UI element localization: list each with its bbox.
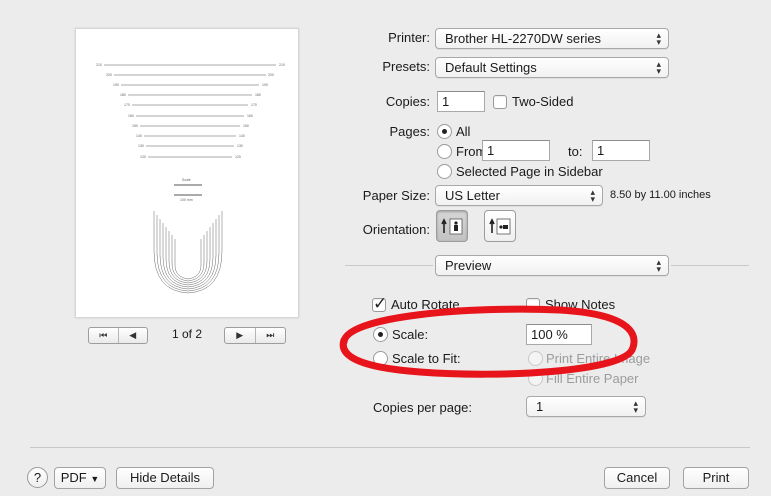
popup-arrows-icon: ▴ ▾ [633, 397, 638, 415]
copies-per-page-value: 1 [536, 399, 544, 414]
paper-size-label: Paper Size: [362, 188, 430, 203]
svg-text:100 mm: 100 mm [180, 198, 193, 202]
svg-text:180: 180 [255, 93, 261, 97]
section-popup-value: Preview [445, 258, 492, 273]
pages-label: Pages: [389, 124, 430, 139]
cancel-button[interactable]: Cancel [604, 467, 670, 489]
help-button[interactable]: ? [27, 467, 48, 488]
page-indicator: 1 of 2 [172, 327, 203, 341]
preview-thumbnail: 210 210 200 200 190 190 180 180 170 170 160 16… [96, 63, 285, 294]
printer-popup[interactable]: Brother HL-2270DW series ▴ ▾ [435, 28, 669, 49]
svg-text:200: 200 [268, 73, 274, 77]
paper-size-popup[interactable]: US Letter ▴ ▾ [435, 185, 603, 206]
svg-text:150: 150 [243, 124, 249, 128]
pages-all-label: All [456, 124, 471, 139]
svg-text:120: 120 [140, 155, 146, 159]
svg-text:170: 170 [124, 103, 130, 107]
copies-label: Copies: [385, 94, 430, 109]
popup-arrows-icon: ▴ ▾ [656, 58, 661, 76]
svg-text:210: 210 [279, 63, 285, 67]
svg-text:180: 180 [120, 93, 126, 97]
popup-arrows-icon: ▴ ▾ [656, 29, 661, 47]
footer-divider [30, 447, 750, 448]
svg-text:190: 190 [113, 83, 119, 87]
copies-per-page-popup[interactable]: 1 ▴ ▾ [526, 396, 646, 417]
svg-text:170: 170 [251, 103, 257, 107]
section-divider-right [671, 265, 749, 266]
svg-text:120: 120 [235, 155, 241, 159]
preview-nav-forward[interactable]: ▶ ⏭ [224, 327, 286, 344]
section-divider-left [345, 265, 433, 266]
last-page-icon[interactable]: ⏭ [254, 328, 286, 343]
chevron-down-icon: ▼ [90, 474, 100, 484]
page-preview: 210 210 200 200 190 190 180 180 170 170 160 16… [75, 28, 299, 318]
pages-from-field[interactable]: 1 [482, 140, 550, 161]
landscape-icon [489, 218, 511, 235]
presets-value: Default Settings [445, 60, 537, 75]
svg-text:190: 190 [262, 83, 268, 87]
popup-arrows-icon: ▴ ▾ [590, 186, 595, 204]
printer-label: Printer: [388, 30, 430, 45]
svg-text:140: 140 [136, 134, 142, 138]
orientation-landscape-button[interactable] [484, 210, 516, 242]
red-annotation-ellipse [339, 305, 638, 378]
hide-details-button[interactable]: Hide Details [116, 467, 214, 489]
pdf-label: PDF [60, 470, 87, 485]
copies-per-page-label: Copies per page: [373, 400, 473, 415]
portrait-icon [441, 218, 463, 235]
svg-text:130: 130 [237, 144, 243, 148]
pages-all-radio[interactable] [437, 124, 452, 139]
svg-text:140: 140 [239, 134, 245, 138]
svg-text:160: 160 [247, 114, 253, 118]
pdf-menu-button[interactable]: PDF ▼ [54, 467, 106, 489]
first-page-icon[interactable]: ⏮ [89, 328, 118, 343]
printer-value: Brother HL-2270DW series [445, 31, 602, 46]
pages-to-field[interactable]: 1 [592, 140, 650, 161]
annotation-stroke [339, 305, 638, 378]
next-page-icon[interactable]: ▶ [225, 328, 255, 343]
copies-field[interactable]: 1 [437, 91, 485, 112]
orientation-label: Orientation: [362, 222, 430, 237]
paper-size-dimensions: 8.50 by 11.00 inches [610, 189, 711, 201]
pages-from-radio[interactable] [437, 144, 452, 159]
previous-page-icon[interactable]: ◀ [117, 328, 148, 343]
preview-nav-back[interactable]: ⏮ ◀ [88, 327, 148, 344]
pages-to-label: to: [568, 144, 583, 159]
popup-arrows-icon: ▴ ▾ [656, 256, 661, 274]
paper-size-value: US Letter [445, 188, 500, 203]
svg-text:160: 160 [128, 114, 134, 118]
svg-text:150: 150 [132, 124, 138, 128]
svg-text:Scale: Scale [182, 178, 191, 182]
section-popup[interactable]: Preview ▴ ▾ [435, 255, 669, 276]
pages-selected-label: Selected Page in Sidebar [456, 164, 603, 179]
two-sided-label: Two-Sided [512, 94, 574, 109]
print-button[interactable]: Print [683, 467, 749, 489]
two-sided-checkbox[interactable] [493, 95, 507, 109]
presets-popup[interactable]: Default Settings ▴ ▾ [435, 57, 669, 78]
presets-label: Presets: [382, 59, 430, 74]
orientation-portrait-button[interactable] [436, 210, 468, 242]
svg-text:130: 130 [138, 144, 144, 148]
pages-selected-radio[interactable] [437, 164, 452, 179]
svg-text:210: 210 [96, 63, 102, 67]
svg-text:200: 200 [106, 73, 112, 77]
